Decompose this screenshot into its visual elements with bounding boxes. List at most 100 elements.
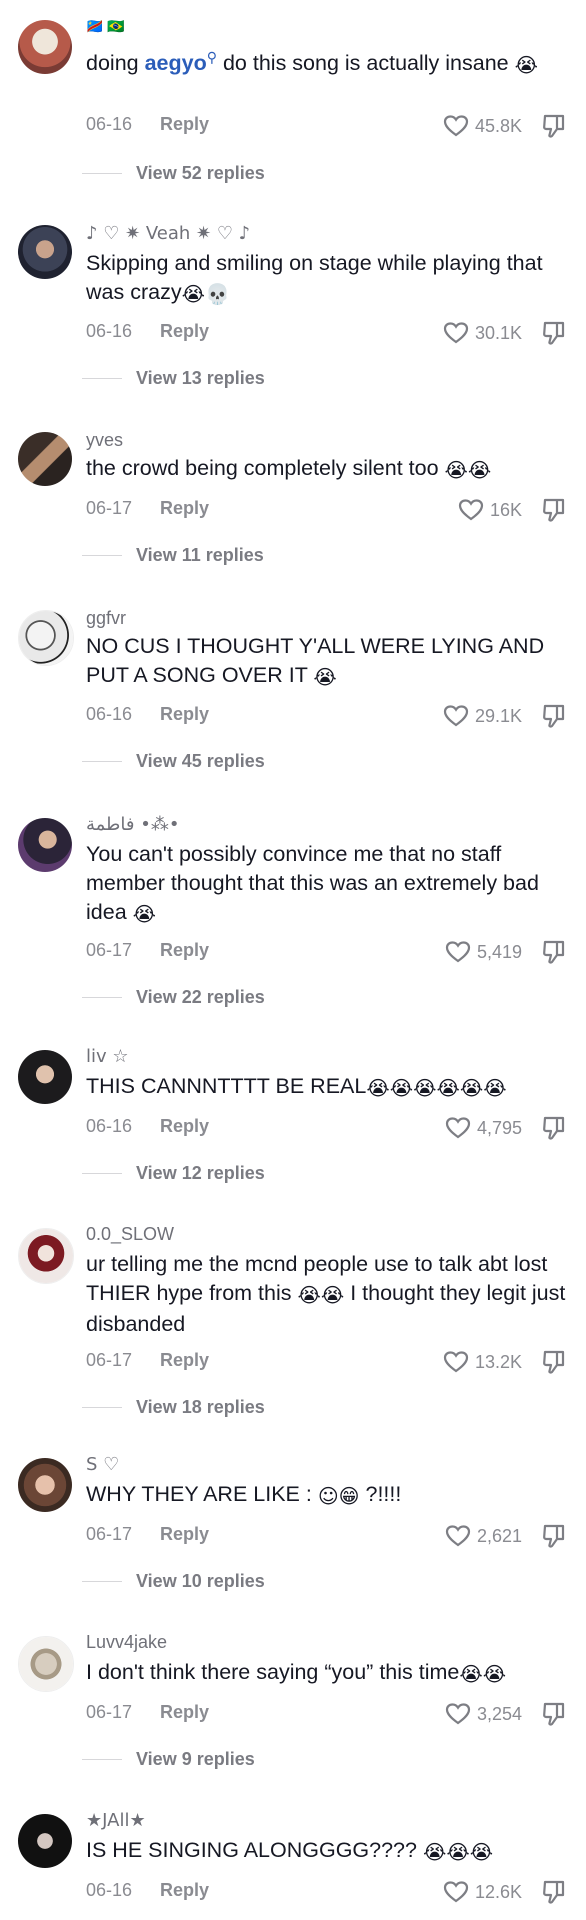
view-replies-button[interactable]: View 12 replies <box>82 1162 265 1184</box>
thumbs-down-icon[interactable] <box>542 497 566 523</box>
like-count: 5,419 <box>476 941 522 962</box>
avatar[interactable] <box>18 1814 72 1868</box>
reply-button[interactable]: Reply <box>160 114 209 135</box>
reply-button[interactable]: Reply <box>160 498 209 519</box>
avatar[interactable] <box>18 225 72 279</box>
avatar[interactable] <box>18 432 72 486</box>
username[interactable]: ♪ ♡ ✷ Veah ✷ ♡ ♪ <box>86 223 250 244</box>
comment-meta: 06-16 Reply 45.8K <box>86 114 566 140</box>
thumbs-down-icon[interactable] <box>542 113 566 139</box>
comment-text: Skipping and smiling on stage while play… <box>86 251 543 306</box>
view-replies-button[interactable]: View 52 replies <box>82 162 265 184</box>
divider <box>82 554 122 556</box>
username[interactable]: S ♡ <box>86 1454 119 1475</box>
view-replies-button[interactable]: View 22 replies <box>82 986 265 1008</box>
thumbs-down-icon[interactable] <box>542 703 566 729</box>
view-replies-label: View 9 replies <box>136 1748 255 1769</box>
comment-text: NO CUS I THOUGHT Y'ALL WERE LYING AND PU… <box>86 634 545 689</box>
heart-outline-icon <box>443 114 469 138</box>
like-button[interactable]: 3,254 <box>445 1702 522 1726</box>
reply-button[interactable]: Reply <box>160 704 209 725</box>
reply-button[interactable]: Reply <box>160 321 209 342</box>
avatar[interactable] <box>18 1636 74 1692</box>
avatar[interactable] <box>18 20 72 74</box>
username[interactable]: ggfvr <box>86 608 126 629</box>
like-button[interactable]: 12.6K <box>443 1880 522 1904</box>
comment-meta: 06-17 Reply 5,419 <box>86 940 566 966</box>
heart-outline-icon <box>443 704 469 728</box>
divider <box>82 1580 122 1582</box>
username[interactable]: Luvv4jake <box>86 1632 167 1653</box>
like-button[interactable]: 45.8K <box>443 114 522 138</box>
thumbs-down-icon[interactable] <box>542 939 566 965</box>
username[interactable]: yves <box>86 430 123 451</box>
view-replies-button[interactable]: View 11 replies <box>82 544 264 566</box>
like-button[interactable]: 16K <box>458 498 522 522</box>
like-button[interactable]: 2,621 <box>445 1524 522 1548</box>
comment-date: 06-16 <box>86 704 133 724</box>
view-replies-button[interactable]: View 10 replies <box>82 1570 265 1592</box>
divider <box>82 760 122 762</box>
like-button[interactable]: 29.1K <box>443 704 522 728</box>
username[interactable]: ★JAll★ <box>86 1810 146 1831</box>
thumbs-down-icon[interactable] <box>542 320 566 346</box>
avatar[interactable] <box>18 1228 74 1284</box>
avatar[interactable] <box>18 1458 72 1512</box>
user-flags[interactable]: 🇨🇩 🇧🇷 <box>86 18 125 35</box>
comment-meta: 06-17 Reply 13.2K <box>86 1350 566 1376</box>
like-count: 4,795 <box>476 1117 522 1138</box>
comment-meta: 06-16 Reply 12.6K <box>86 1880 566 1906</box>
view-replies-label: View 52 replies <box>136 162 265 183</box>
reply-button[interactable]: Reply <box>160 1702 209 1723</box>
avatar[interactable] <box>18 818 72 872</box>
username[interactable]: فاطمة •⁂• <box>86 814 179 835</box>
comment-date: 06-16 <box>86 1880 133 1900</box>
comment-meta: 06-16 Reply 4,795 <box>86 1116 566 1142</box>
view-replies-label: View 11 replies <box>136 544 264 565</box>
like-button[interactable]: 5,419 <box>445 940 522 964</box>
reply-button[interactable]: Reply <box>160 1116 209 1137</box>
comment-text: the crowd being completely silent too 😭😭 <box>86 456 492 482</box>
divider <box>82 377 122 379</box>
reply-button[interactable]: Reply <box>160 1350 209 1371</box>
username[interactable]: liv ☆ <box>86 1046 129 1067</box>
reply-button[interactable]: Reply <box>160 1880 209 1901</box>
comment-date: 06-16 <box>86 321 133 341</box>
thumbs-down-icon[interactable] <box>542 1701 566 1727</box>
view-replies-label: View 45 replies <box>136 750 265 771</box>
thumbs-down-icon[interactable] <box>542 1349 566 1375</box>
view-replies-button[interactable]: View 45 replies <box>82 750 265 772</box>
search-icon: ⚲ <box>206 50 217 66</box>
mention-link[interactable]: aegyo <box>145 51 207 75</box>
like-count: 30.1K <box>474 322 522 343</box>
heart-outline-icon <box>443 321 469 345</box>
like-count: 45.8K <box>474 115 522 136</box>
view-replies-button[interactable]: View 18 replies <box>82 1396 265 1418</box>
thumbs-down-icon[interactable] <box>542 1115 566 1141</box>
like-button[interactable]: 30.1K <box>443 321 522 345</box>
comment-text: I don't think there saying “you” this ti… <box>86 1660 507 1686</box>
reply-button[interactable]: Reply <box>160 1524 209 1545</box>
username[interactable]: 0.0_SLOW <box>86 1224 174 1245</box>
divider <box>82 172 122 174</box>
thumbs-down-icon[interactable] <box>542 1523 566 1549</box>
like-button[interactable]: 13.2K <box>443 1350 522 1374</box>
reply-button[interactable]: Reply <box>160 940 209 961</box>
comment-meta: 06-16 Reply 30.1K <box>86 321 566 347</box>
avatar[interactable] <box>18 1050 72 1104</box>
thumbs-down-icon[interactable] <box>542 1879 566 1905</box>
comment-meta: 06-17 Reply 3,254 <box>86 1702 566 1728</box>
comment-date: 06-17 <box>86 1524 133 1544</box>
divider <box>82 996 122 998</box>
like-count: 2,621 <box>476 1525 522 1546</box>
view-replies-label: View 22 replies <box>136 986 265 1007</box>
comment-text: IS HE SINGING ALONGGGG???? 😭😭😭 <box>86 1838 494 1864</box>
view-replies-label: View 18 replies <box>136 1396 265 1417</box>
view-replies-button[interactable]: View 13 replies <box>82 367 265 389</box>
view-replies-label: View 13 replies <box>136 367 265 388</box>
avatar[interactable] <box>18 610 74 666</box>
view-replies-button[interactable]: View 9 replies <box>82 1748 255 1770</box>
like-button[interactable]: 4,795 <box>445 1116 522 1140</box>
heart-outline-icon <box>445 1116 471 1140</box>
comment-date: 06-17 <box>86 1350 133 1370</box>
